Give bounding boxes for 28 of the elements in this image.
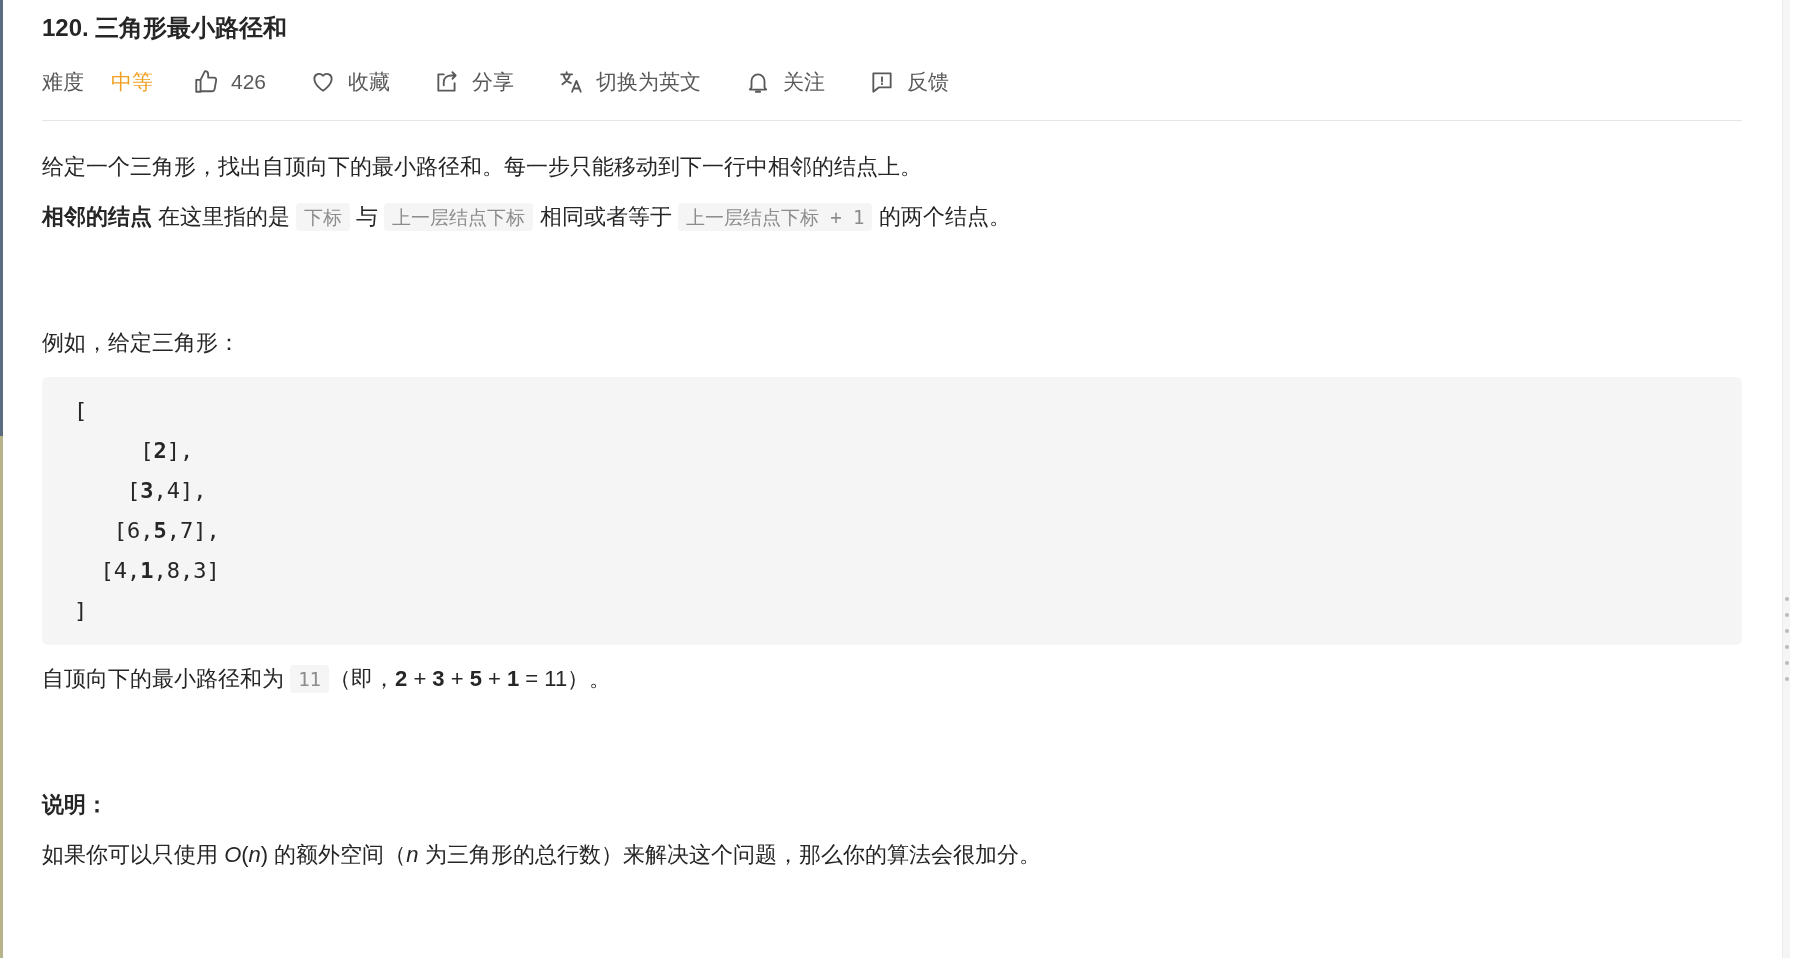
paragraph-text: （即，2 + 3 + 5 + 1 = 11）。: [329, 666, 612, 691]
difficulty-label: 难度: [42, 69, 84, 96]
feedback-button[interactable]: 反馈: [869, 66, 950, 98]
paragraph-text: 在这里指的是: [157, 204, 292, 229]
resize-handle[interactable]: [1782, 0, 1790, 958]
follow-button[interactable]: 关注: [745, 66, 826, 98]
paragraph-text: 给定一个三角形，找出自顶向下的最小路径和。每一步只能移动到下一行中相邻的结点上。: [42, 154, 922, 179]
share-button[interactable]: 分享: [434, 66, 515, 98]
problem-title: 120. 三角形最小路径和: [42, 13, 289, 43]
paragraph-text: 例如，给定三角形：: [42, 330, 240, 355]
translate-icon: [558, 69, 585, 95]
paragraph-text: 的两个结点。: [877, 204, 1011, 229]
translate-button[interactable]: 切换为英文: [558, 66, 702, 98]
difficulty-value: 中等: [111, 69, 153, 96]
inline-code: 上一层结点下标: [384, 203, 534, 231]
like-button[interactable]: 426: [193, 66, 267, 98]
bold-text: 相邻的结点: [42, 204, 152, 229]
inline-code: 上一层结点下标 + 1: [677, 203, 873, 231]
paragraph-text: 相同或者等于: [538, 204, 673, 229]
thumbs-up-icon: [193, 69, 219, 95]
code-block: [ [2], [3,4], [6,5,7], [4,1,8,3] ]: [42, 377, 1742, 645]
paragraph-text: 自顶向下的最小路径和为: [42, 666, 285, 691]
bold-text: 说明：: [42, 792, 108, 817]
inline-code: 11: [290, 665, 329, 693]
paragraph-text: 如果你可以只使用 O(n) 的额外空间（n 为三角形的总行数）来解决这个问题，那么你的算法会很加分。: [42, 842, 1041, 867]
favorite-button[interactable]: 收藏: [310, 66, 391, 98]
inline-code: 下标: [296, 203, 351, 231]
paragraph-text: 与: [355, 204, 380, 229]
